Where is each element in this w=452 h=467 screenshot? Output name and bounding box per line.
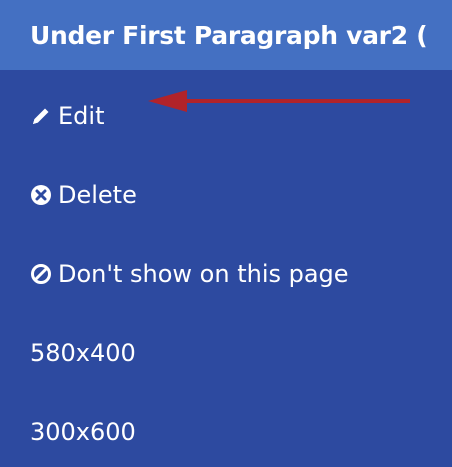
edit-menu-item-label: Edit: [58, 102, 105, 130]
dont-show-menu-item-label: Don't show on this page: [58, 260, 349, 288]
ban-icon: [30, 263, 52, 285]
menu-header-title: Under First Paragraph var2 (: [30, 20, 428, 50]
size-580x400-menu-item[interactable]: 580x400: [30, 333, 136, 373]
delete-menu-item-label: Delete: [58, 181, 137, 209]
menu-header: Under First Paragraph var2 (: [0, 0, 452, 70]
size-580x400-label: 580x400: [30, 339, 136, 367]
size-300x600-menu-item[interactable]: 300x600: [30, 412, 136, 452]
circle-x-icon: [30, 184, 52, 206]
size-300x600-label: 300x600: [30, 418, 136, 446]
delete-menu-item[interactable]: Delete: [30, 175, 137, 215]
dont-show-menu-item[interactable]: Don't show on this page: [30, 254, 349, 294]
edit-menu-item[interactable]: Edit: [30, 96, 104, 136]
annotation-arrow-icon: [148, 90, 410, 112]
ad-context-menu: Under First Paragraph var2 ( Edit Delete: [0, 0, 452, 467]
pencil-icon: [30, 105, 52, 127]
